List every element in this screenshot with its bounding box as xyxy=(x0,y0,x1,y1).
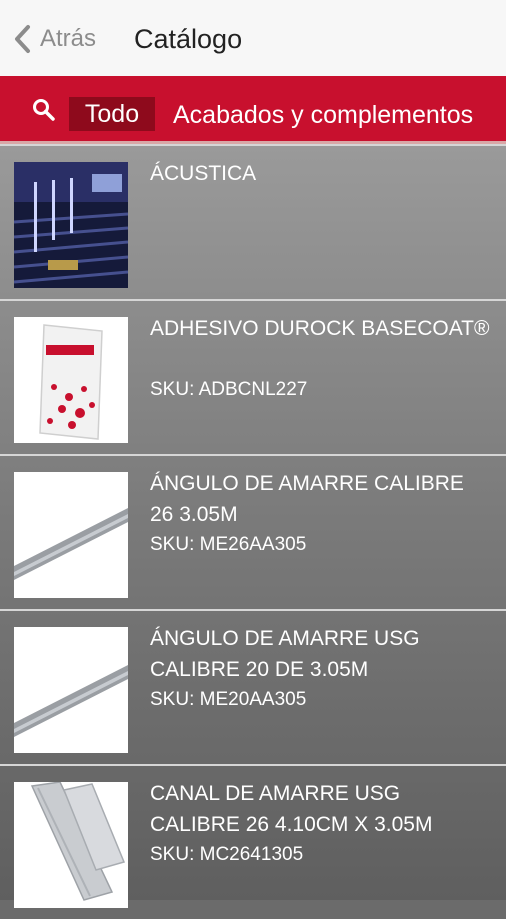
product-name: ÁNGULO DE AMARRE USG CALIBRE 20 DE 3.05M xyxy=(150,627,420,681)
product-name: ÁCUSTICA xyxy=(150,162,257,185)
list-item[interactable]: ADHESIVO DUROCK BASECOAT® SKU: ADBCNL227 xyxy=(0,299,506,454)
tab-todo[interactable]: Todo xyxy=(69,97,155,131)
product-thumbnail xyxy=(14,472,128,598)
page-title: Catálogo xyxy=(134,24,243,54)
filter-bar: Todo Acabados y complementos xyxy=(0,76,506,144)
product-name: ADHESIVO DUROCK BASECOAT® xyxy=(150,317,490,340)
product-sku: SKU: ME20AA305 xyxy=(150,689,307,710)
back-button[interactable]: Atrás xyxy=(12,22,96,56)
product-thumbnail xyxy=(14,627,128,753)
list-item[interactable]: ÁCUSTICA xyxy=(0,144,506,299)
chevron-left-icon xyxy=(15,25,30,53)
product-thumbnail xyxy=(14,162,128,288)
tab-acabados-y-complementos[interactable]: Acabados y complementos xyxy=(173,98,473,132)
product-thumbnail xyxy=(14,317,128,443)
product-thumbnail xyxy=(14,782,128,908)
top-bar: Atrás Catálogo xyxy=(0,0,506,76)
back-label: Atrás xyxy=(40,25,97,52)
product-list[interactable]: ÁCUSTICA ADHESIVO DUROCK BASECOAT® SKU: … xyxy=(0,144,506,908)
product-sku: SKU: MC2641305 xyxy=(150,844,304,865)
product-sku: SKU: ADBCNL227 xyxy=(150,379,308,400)
list-item[interactable]: CANAL DE AMARRE USG CALIBRE 26 4.10CM X … xyxy=(0,764,506,919)
product-sku: SKU: ME26AA305 xyxy=(150,534,307,555)
search-icon[interactable] xyxy=(32,98,56,122)
list-item[interactable]: ÁNGULO DE AMARRE CALIBRE 26 3.05M SKU: M… xyxy=(0,454,506,609)
product-name: CANAL DE AMARRE USG CALIBRE 26 4.10CM X … xyxy=(150,782,433,836)
product-name: ÁNGULO DE AMARRE CALIBRE 26 3.05M xyxy=(150,472,464,526)
list-item[interactable]: ÁNGULO DE AMARRE USG CALIBRE 20 DE 3.05M… xyxy=(0,609,506,764)
